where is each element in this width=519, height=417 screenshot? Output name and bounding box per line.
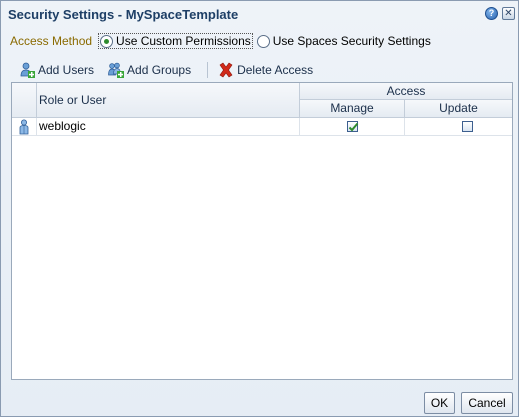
security-settings-dialog: Security Settings - MySpaceTemplate ? ✕ … <box>0 0 519 417</box>
radio-custom-permissions-label: Use Custom Permissions <box>116 34 251 48</box>
header-manage[interactable]: Manage <box>300 100 405 118</box>
header-update[interactable]: Update <box>405 100 512 118</box>
row-update-cell <box>405 118 512 136</box>
permissions-table: Role or User Access Manage Update weblog… <box>11 82 513 380</box>
header-icon-column <box>12 83 37 118</box>
ok-button[interactable]: OK <box>424 392 455 414</box>
add-group-icon <box>108 62 125 78</box>
add-user-icon <box>19 62 35 78</box>
radio-spaces-security-label: Use Spaces Security Settings <box>272 34 431 48</box>
radio-unchecked-icon[interactable] <box>256 34 270 48</box>
update-checkbox[interactable] <box>462 121 473 132</box>
toolbar: Add Users Add Groups Delete Access <box>19 61 327 79</box>
add-groups-button[interactable]: Add Groups <box>108 62 191 78</box>
help-icon[interactable]: ? <box>485 7 498 20</box>
add-users-button[interactable]: Add Users <box>19 62 94 78</box>
manage-checkbox[interactable] <box>347 121 359 132</box>
radio-custom-permissions[interactable]: Use Custom Permissions <box>98 33 253 49</box>
add-groups-label: Add Groups <box>127 63 192 77</box>
header-role-or-user[interactable]: Role or User <box>37 83 300 118</box>
dialog-title: Security Settings - MySpaceTemplate <box>8 7 239 22</box>
cancel-button[interactable]: Cancel <box>461 392 513 414</box>
radio-checked-icon[interactable] <box>100 34 114 48</box>
delete-access-button[interactable]: Delete Access <box>218 62 313 78</box>
dialog-titlebar: Security Settings - MySpaceTemplate ? ✕ <box>1 1 518 27</box>
header-access: Access <box>300 83 512 100</box>
check-icon <box>348 122 359 132</box>
user-icon-cell <box>12 118 37 136</box>
delete-x-icon <box>218 62 234 78</box>
toolbar-separator <box>207 62 209 78</box>
access-method-label: Access Method <box>10 34 93 48</box>
row-manage-cell <box>300 118 405 136</box>
row-user-name: weblogic <box>37 118 300 136</box>
close-icon[interactable]: ✕ <box>502 7 515 20</box>
access-method-row: Access Method Use Custom Permissions Use… <box>10 33 431 49</box>
user-icon <box>19 119 29 135</box>
radio-spaces-security[interactable]: Use Spaces Security Settings <box>256 34 431 48</box>
table-row[interactable]: weblogic <box>12 118 512 136</box>
add-users-label: Add Users <box>38 63 95 77</box>
delete-access-label: Delete Access <box>237 63 314 77</box>
